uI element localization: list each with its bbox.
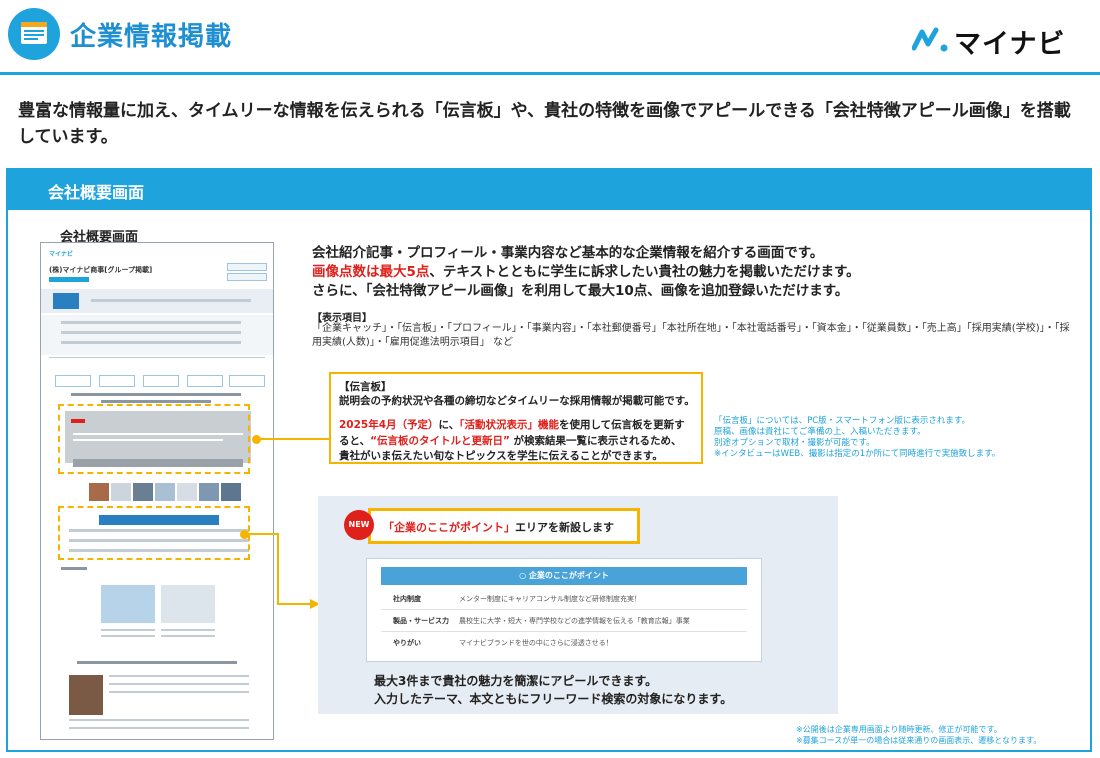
side-note-line: ※インタビューはWEB、撮影は指定の1か所にて同時進行で実施致します。 [714,449,1001,459]
mock-company-name: (株)マイナビ商事[グループ掲載] [49,266,153,274]
section-header: 会社概要画面 [8,170,1090,210]
dengon-pre: ると、 [339,435,371,447]
dengon-line-2: 2025年4月（予定）に、「活動状況表示」機能を使用して伝言板を更新す [339,418,699,433]
dengon-red-date: 2025年4月（予定） [339,419,439,431]
connector-line-dengon [256,438,330,440]
new-area-title-rest: エリアを新設します [515,521,614,534]
logo-mark-icon [912,27,948,52]
point-area-highlight [58,506,250,560]
footnote: ※公開後は企業専用画面より随時更新、修正が可能です。 [796,725,1002,734]
page-description: 会社紹介記事・プロフィール・事業内容など基本的な企業情報を紹介する画面です。 画… [312,244,1052,301]
point-card-title: 企業のここがポイント [528,571,609,580]
mock-logo: マイナビ [49,251,73,258]
side-note-line: 「伝言板」については、PC版・スマートフォン版に表示されます。 [714,416,971,426]
company-page-screenshot: マイナビ (株)マイナビ商事[グループ掲載] [40,242,274,740]
lightbulb-icon: ○ [519,571,527,580]
dengon-line-3: ると、“伝言板のタイトルと更新日” が検索結果一覧に表示されるため、 [339,433,699,448]
new-area-desc-line: 最大3件まで貴社の魅力を簡潔にアピールできます。 [374,674,658,688]
point-row-value: 農校生に大学・短大・専門学校などの進学情報を伝える「教育広報」事業 [459,617,690,625]
desc-line-2: 画像点数は最大5点、テキストとともに学生に訴求したい貴社の魅力を掲載いただけます… [312,263,1052,282]
header-divider [0,72,1100,75]
point-row: やりがい マイナビブランドを世の中にさらに浸透させる！ [381,633,747,653]
point-row-value: メンター制度にキャリアコンサル制度など研修制度充実！ [459,595,641,603]
new-area-desc-line: 入力したテーマ、本文ともにフリーワード検索の対象になります。 [374,692,733,706]
new-area-title: 「企業のここがポイント」エリアを新設します [383,519,614,535]
point-card: ○ 企業のここがポイント 社内制度 メンター制度にキャリアコンサル制度など研修制… [366,558,762,662]
lead-text: 豊富な情報量に加え、タイムリーな情報を伝えられる「伝言板」や、貴社の特徴を画像で… [18,101,1071,147]
dengon-box: 【伝言板】 説明会の予約状況や各種の締切などタイムリーな採用情報が掲載可能です。… [329,372,703,464]
page-title: 企業情報掲載 [70,22,233,52]
footnote: ※募集コースが単一の場合は従来通りの画面表示、遷移となります。 [796,736,1042,745]
side-note: 「伝言板」については、PC版・スマートフォン版に表示されます。 原稿、画像は貴社… [714,416,1054,460]
point-row: 製品・サービス力 農校生に大学・短大・専門学校などの進学情報を伝える「教育広報」… [381,611,747,632]
section-title: 会社概要画面 [48,183,145,202]
desc-line-1: 会社紹介記事・プロフィール・事業内容など基本的な企業情報を紹介する画面です。 [312,245,824,261]
mynavi-logo[interactable]: マイナビ [912,22,1072,60]
dengon-line-4: 貴社がいま伝えたい旬なトピックスを学生に伝えることができます。 [339,450,663,462]
side-note-line: 原稿、画像は貴社にてご準備の上、入稿いただきます。 [714,427,926,437]
point-row-key: やりがい [393,639,421,647]
display-items-list: 「企業キャッチ」・「伝言板」・「プロフィール」・「事業内容」・「本社郵便番号」「… [312,323,1070,348]
new-area-title-red: 「企業のここがポイント」 [383,521,515,534]
connector-arrow [246,533,320,609]
desc-line-3: さらに、「会社特徴アピール画像」を利用して最大10点、画像を追加登録いただけます… [312,283,849,299]
new-area-description: 最大3件まで貴社の魅力を簡潔にアピールできます。 入力したテーマ、本文ともにフリ… [374,672,732,708]
dengon-mid-1: に、 [438,419,460,431]
logo-text: マイナビ [954,29,1066,60]
point-row: 社内制度 メンター制度にキャリアコンサル制度など研修制度充実！ [381,589,747,610]
new-badge: NEW [344,510,374,540]
footnotes: ※公開後は企業専用画面より随時更新、修正が可能です。 ※募集コースが単一の場合は… [796,724,1041,746]
dengon-red-title: “伝言板のタイトルと更新日” [370,435,510,447]
point-card-header: ○ 企業のここがポイント [381,567,747,585]
point-row-key: 製品・サービス力 [393,617,449,625]
desc-line-2-rest: 、テキストとともに学生に訴求したい貴社の魅力を掲載いただけます。 [429,264,860,280]
dengon-line-1: 説明会の予約状況や各種の締切などタイムリーな採用情報が掲載可能です。 [339,395,695,407]
dengon-post: が検索結果一覧に表示されるため、 [509,435,682,447]
point-row-key: 社内制度 [393,595,421,603]
document-icon [8,8,60,60]
dengon-heading: 【伝言板】 [339,381,392,393]
desc-red: 画像点数は最大5点 [312,264,430,280]
new-area-title-box: 「企業のここがポイント」エリアを新設します [368,508,640,544]
dengon-mid-2: を使用して伝言板を更新す [558,419,685,431]
dengon-red-feature: 「活動状況表示」機能 [459,419,559,431]
dengon-highlight [58,404,250,474]
side-note-line: 別途オプションで取材・撮影が可能です。 [714,438,875,448]
point-row-value: マイナビブランドを世の中にさらに浸透させる！ [459,639,613,647]
